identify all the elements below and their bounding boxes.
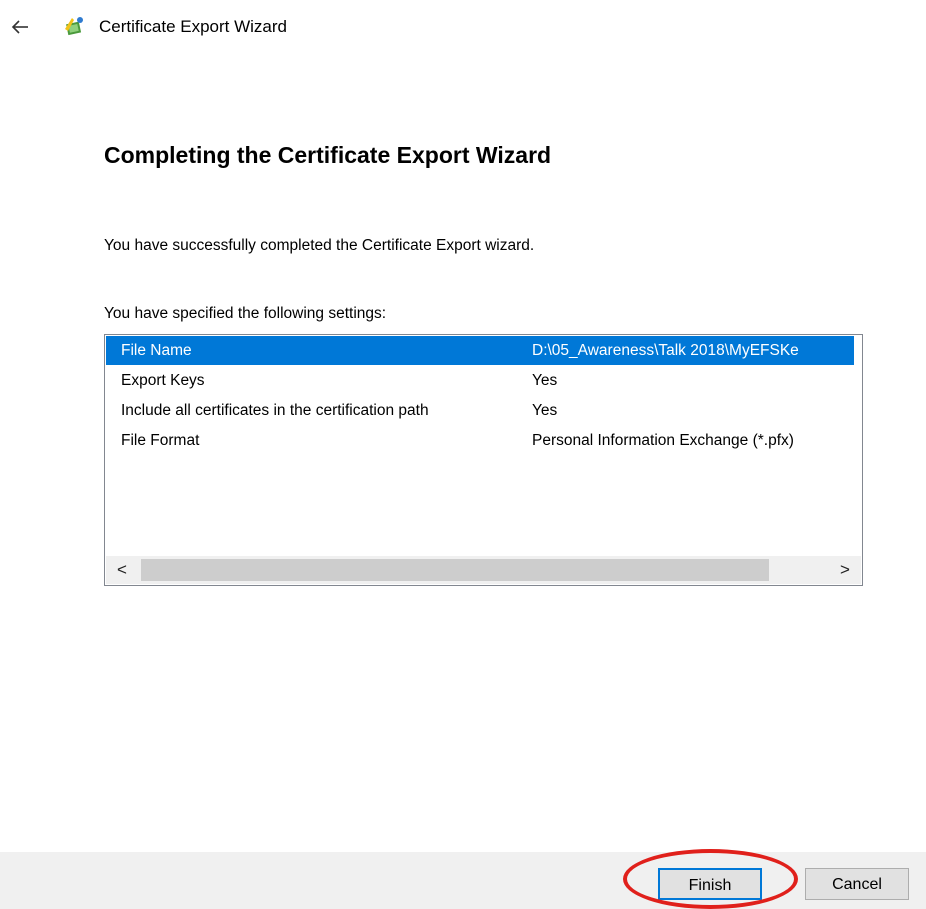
settings-row-export-keys[interactable]: Export Keys Yes [106,366,854,395]
setting-name: Export Keys [121,372,205,389]
completion-message: You have successfully completed the Cert… [104,237,535,254]
scroll-right-icon[interactable]: > [829,556,861,584]
setting-value: Yes [532,372,558,389]
settings-label: You have specified the following setting… [104,305,387,322]
setting-value: Yes [532,402,558,419]
scrollbar-thumb[interactable] [141,559,769,581]
settings-row-include-certs[interactable]: Include all certificates in the certific… [106,396,854,425]
setting-name: File Format [121,432,200,449]
setting-value: D:\05_Awareness\Talk 2018\MyEFSKe [532,342,799,359]
setting-name: Include all certificates in the certific… [121,402,429,419]
button-bar [0,852,926,909]
settings-row-file-name[interactable]: File Name D:\05_Awareness\Talk 2018\MyEF… [106,336,854,365]
horizontal-scrollbar[interactable]: < > [106,556,861,584]
certificate-wizard-icon [65,17,83,36]
scroll-left-icon[interactable]: < [106,556,138,584]
back-arrow-icon[interactable] [10,17,30,37]
page-title: Completing the Certificate Export Wizard [104,142,552,168]
setting-value: Personal Information Exchange (*.pfx) [532,432,794,449]
settings-row-file-format[interactable]: File Format Personal Information Exchang… [106,426,854,455]
wizard-header: Certificate Export Wizard [0,0,926,52]
setting-name: File Name [121,342,192,359]
cancel-button[interactable]: Cancel [805,868,909,900]
window-title: Certificate Export Wizard [99,17,287,36]
finish-button[interactable]: Finish [658,868,762,900]
settings-list[interactable]: File Name D:\05_Awareness\Talk 2018\MyEF… [104,334,863,586]
